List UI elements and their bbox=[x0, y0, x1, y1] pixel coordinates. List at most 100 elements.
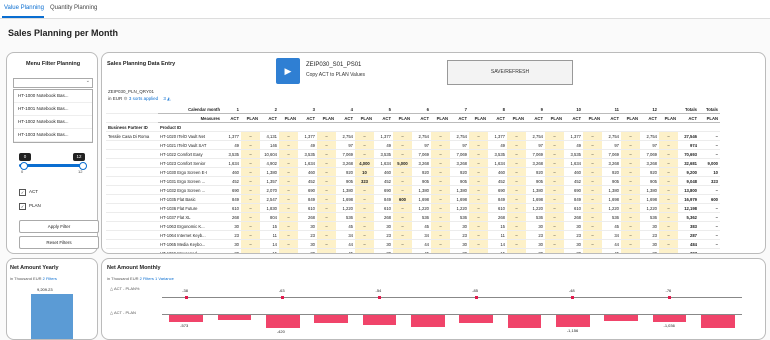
plan-input-cell[interactable]: – bbox=[583, 230, 602, 240]
plan-input-cell[interactable]: – bbox=[431, 131, 450, 141]
plan-input-cell[interactable]: – bbox=[545, 140, 564, 150]
plan-input-cell[interactable]: – bbox=[469, 248, 488, 253]
plan-input-cell[interactable]: – bbox=[659, 239, 678, 249]
plan-input-cell[interactable]: – bbox=[469, 176, 488, 186]
plan-input-cell[interactable]: – bbox=[583, 248, 602, 253]
plan-input-cell[interactable]: 10 bbox=[355, 167, 374, 177]
plan-input-cell[interactable]: – bbox=[317, 185, 336, 195]
plan-input-cell[interactable]: – bbox=[431, 230, 450, 240]
plan-input-cell[interactable]: – bbox=[279, 248, 298, 253]
plan-input-cell[interactable]: – bbox=[545, 185, 564, 195]
plan-input-cell[interactable]: – bbox=[355, 212, 374, 222]
plan-input-cell[interactable]: – bbox=[545, 230, 564, 240]
plan-input-cell[interactable]: – bbox=[431, 248, 450, 253]
plan-input-cell[interactable]: – bbox=[469, 158, 488, 168]
plan-input-cell[interactable]: – bbox=[621, 140, 640, 150]
plan-input-cell[interactable]: – bbox=[507, 158, 526, 168]
plan-input-cell[interactable]: – bbox=[241, 131, 260, 141]
plan-input-cell[interactable]: – bbox=[355, 149, 374, 159]
plan-input-cell[interactable]: – bbox=[507, 203, 526, 213]
plan-input-cell[interactable]: 600 bbox=[393, 194, 412, 204]
plan-input-cell[interactable]: – bbox=[507, 185, 526, 195]
plan-input-cell[interactable]: – bbox=[279, 131, 298, 141]
plan-input-cell[interactable]: – bbox=[659, 230, 678, 240]
save-refresh-button[interactable]: SAVE/REFRESH bbox=[447, 60, 573, 85]
plan-input-cell[interactable]: – bbox=[393, 248, 412, 253]
plan-input-cell[interactable]: – bbox=[431, 194, 450, 204]
plan-input-cell[interactable]: – bbox=[431, 140, 450, 150]
plan-input-cell[interactable]: – bbox=[241, 221, 260, 231]
plan-input-cell[interactable]: – bbox=[621, 176, 640, 186]
plan-input-cell[interactable]: – bbox=[393, 140, 412, 150]
plan-input-cell[interactable]: – bbox=[621, 149, 640, 159]
sorts-link[interactable]: 3 sorts applied bbox=[129, 96, 158, 101]
plan-input-cell[interactable]: – bbox=[431, 212, 450, 222]
plan-input-cell[interactable]: – bbox=[431, 239, 450, 249]
plan-input-cell[interactable]: – bbox=[431, 158, 450, 168]
plan-input-cell[interactable]: – bbox=[583, 167, 602, 177]
plan-input-cell[interactable]: – bbox=[317, 158, 336, 168]
plan-input-cell[interactable]: – bbox=[279, 203, 298, 213]
plan-input-cell[interactable]: – bbox=[659, 149, 678, 159]
list-item[interactable]: HT-1000 Notebook Bas... bbox=[14, 90, 92, 103]
plan-input-cell[interactable]: – bbox=[317, 194, 336, 204]
plan-input-cell[interactable]: – bbox=[317, 239, 336, 249]
plan-input-cell[interactable]: – bbox=[241, 203, 260, 213]
plan-input-cell[interactable]: – bbox=[355, 185, 374, 195]
plan-input-cell[interactable]: – bbox=[507, 239, 526, 249]
plan-input-cell[interactable]: – bbox=[469, 203, 488, 213]
plan-input-cell[interactable]: – bbox=[659, 131, 678, 141]
plan-input-cell[interactable]: – bbox=[393, 149, 412, 159]
plan-input-cell[interactable]: – bbox=[583, 185, 602, 195]
plan-input-cell[interactable]: – bbox=[279, 176, 298, 186]
plan-input-cell[interactable]: – bbox=[279, 239, 298, 249]
plan-input-cell[interactable]: – bbox=[393, 167, 412, 177]
plan-input-cell[interactable]: – bbox=[621, 167, 640, 177]
plan-input-cell[interactable]: – bbox=[317, 131, 336, 141]
plan-input-cell[interactable]: – bbox=[317, 140, 336, 150]
reset-filters-button[interactable]: Reset Filters bbox=[19, 236, 99, 249]
plan-input-cell[interactable]: – bbox=[241, 140, 260, 150]
plan-input-cell[interactable]: – bbox=[583, 194, 602, 204]
plan-input-cell[interactable]: 323 bbox=[355, 176, 374, 186]
monthly-filters-link[interactable]: 2 Filters bbox=[140, 276, 154, 281]
plan-checkbox[interactable]: ✓ bbox=[19, 203, 26, 210]
list-item[interactable]: HT-1002 Notebook Bas... bbox=[14, 116, 92, 129]
plan-input-cell[interactable]: – bbox=[507, 167, 526, 177]
plan-input-cell[interactable]: – bbox=[659, 167, 678, 177]
plan-input-cell[interactable]: – bbox=[621, 221, 640, 231]
filters-link[interactable]: 3 ◭ bbox=[163, 96, 170, 101]
list-item[interactable]: HT-1003 Notebook Bas... bbox=[14, 129, 92, 142]
plan-input-cell[interactable]: – bbox=[431, 167, 450, 177]
plan-input-cell[interactable]: – bbox=[659, 185, 678, 195]
plan-input-cell[interactable]: – bbox=[317, 203, 336, 213]
plan-input-cell[interactable]: – bbox=[431, 185, 450, 195]
plan-input-cell[interactable]: – bbox=[583, 131, 602, 141]
plan-input-cell[interactable]: – bbox=[545, 203, 564, 213]
plan-input-cell[interactable]: – bbox=[469, 131, 488, 141]
plan-input-cell[interactable]: – bbox=[507, 149, 526, 159]
plan-input-cell[interactable]: – bbox=[279, 149, 298, 159]
list-item[interactable]: HT-1001 Notebook Bas... bbox=[14, 103, 92, 116]
plan-input-cell[interactable]: – bbox=[279, 140, 298, 150]
plan-input-cell[interactable]: – bbox=[393, 203, 412, 213]
plan-input-cell[interactable]: – bbox=[241, 212, 260, 222]
plan-input-cell[interactable]: – bbox=[545, 221, 564, 231]
plan-input-cell[interactable]: – bbox=[431, 203, 450, 213]
plan-input-cell[interactable]: – bbox=[355, 230, 374, 240]
plan-input-cell[interactable]: – bbox=[583, 239, 602, 249]
plan-input-cell[interactable]: – bbox=[241, 167, 260, 177]
plan-input-cell[interactable]: 5,000 bbox=[393, 158, 412, 168]
plan-input-cell[interactable]: 4,000 bbox=[355, 158, 374, 168]
plan-input-cell[interactable]: – bbox=[393, 221, 412, 231]
plan-input-cell[interactable]: – bbox=[317, 230, 336, 240]
plan-input-cell[interactable]: – bbox=[317, 167, 336, 177]
plan-input-cell[interactable]: – bbox=[583, 140, 602, 150]
tab-quantity-planning[interactable]: Quantity Planning bbox=[50, 5, 97, 11]
plan-input-cell[interactable]: – bbox=[545, 239, 564, 249]
plan-input-cell[interactable]: – bbox=[355, 221, 374, 231]
plan-input-cell[interactable]: – bbox=[621, 230, 640, 240]
plan-input-cell[interactable]: – bbox=[621, 131, 640, 141]
plan-input-cell[interactable]: – bbox=[279, 158, 298, 168]
plan-input-cell[interactable]: – bbox=[355, 248, 374, 253]
